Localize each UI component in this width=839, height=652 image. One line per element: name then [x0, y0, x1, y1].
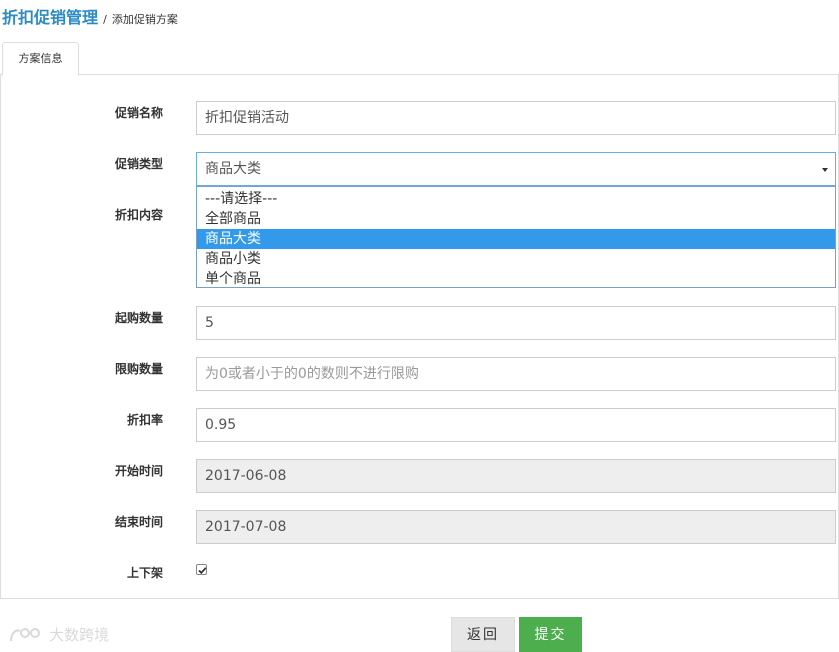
option-product-subcategory[interactable]: 商品小类	[197, 249, 835, 269]
option-please-select[interactable]: ---请选择---	[197, 189, 835, 209]
page-header: 折扣促销管理 / 添加促销方案	[2, 4, 178, 27]
page-title: 折扣促销管理	[2, 8, 99, 27]
promo-name-input[interactable]: 折扣促销活动	[196, 101, 836, 135]
submit-button[interactable]: 提交	[519, 617, 582, 652]
start-time-label: 开始时间	[114, 464, 163, 478]
on-shelf-checkbox[interactable]	[196, 564, 207, 575]
watermark-text: 大数跨境	[49, 626, 110, 644]
discount-content-label: 折扣内容	[114, 208, 163, 222]
end-time-input[interactable]: 2017-07-08	[196, 510, 836, 544]
promo-type-selected: 商品大类	[205, 161, 261, 177]
min-qty-label: 起购数量	[114, 311, 163, 325]
max-qty-label: 限购数量	[114, 362, 163, 376]
tab-bar: 方案信息	[0, 42, 839, 76]
on-shelf-label: 上下架	[126, 566, 163, 580]
caret-down-icon	[822, 168, 828, 172]
watermark: 大数跨境	[8, 624, 109, 646]
promo-type-select[interactable]: 商品大类	[196, 152, 836, 186]
tab-plan-info[interactable]: 方案信息	[2, 42, 79, 76]
discount-rate-input[interactable]: 0.95	[196, 408, 836, 442]
promo-name-label: 促销名称	[114, 106, 163, 120]
min-qty-input[interactable]: 5	[196, 306, 836, 340]
breadcrumb: 添加促销方案	[111, 13, 178, 26]
option-single-product[interactable]: 单个商品	[197, 269, 835, 289]
end-time-label: 结束时间	[114, 515, 163, 529]
back-button[interactable]: 返回	[451, 617, 515, 652]
discount-rate-label: 折扣率	[126, 413, 163, 427]
option-product-category[interactable]: 商品大类	[197, 229, 835, 249]
promo-type-label: 促销类型	[114, 157, 163, 171]
option-all-products[interactable]: 全部商品	[197, 209, 835, 229]
watermark-logo-icon	[10, 627, 40, 641]
start-time-input[interactable]: 2017-06-08	[196, 459, 836, 493]
max-qty-input[interactable]: 为0或者小于的0的数则不进行限购	[196, 357, 836, 391]
promo-type-dropdown: ---请选择--- 全部商品 商品大类 商品小类 单个商品	[196, 186, 836, 288]
breadcrumb-separator: /	[103, 13, 107, 26]
checkmark-icon	[198, 567, 207, 575]
